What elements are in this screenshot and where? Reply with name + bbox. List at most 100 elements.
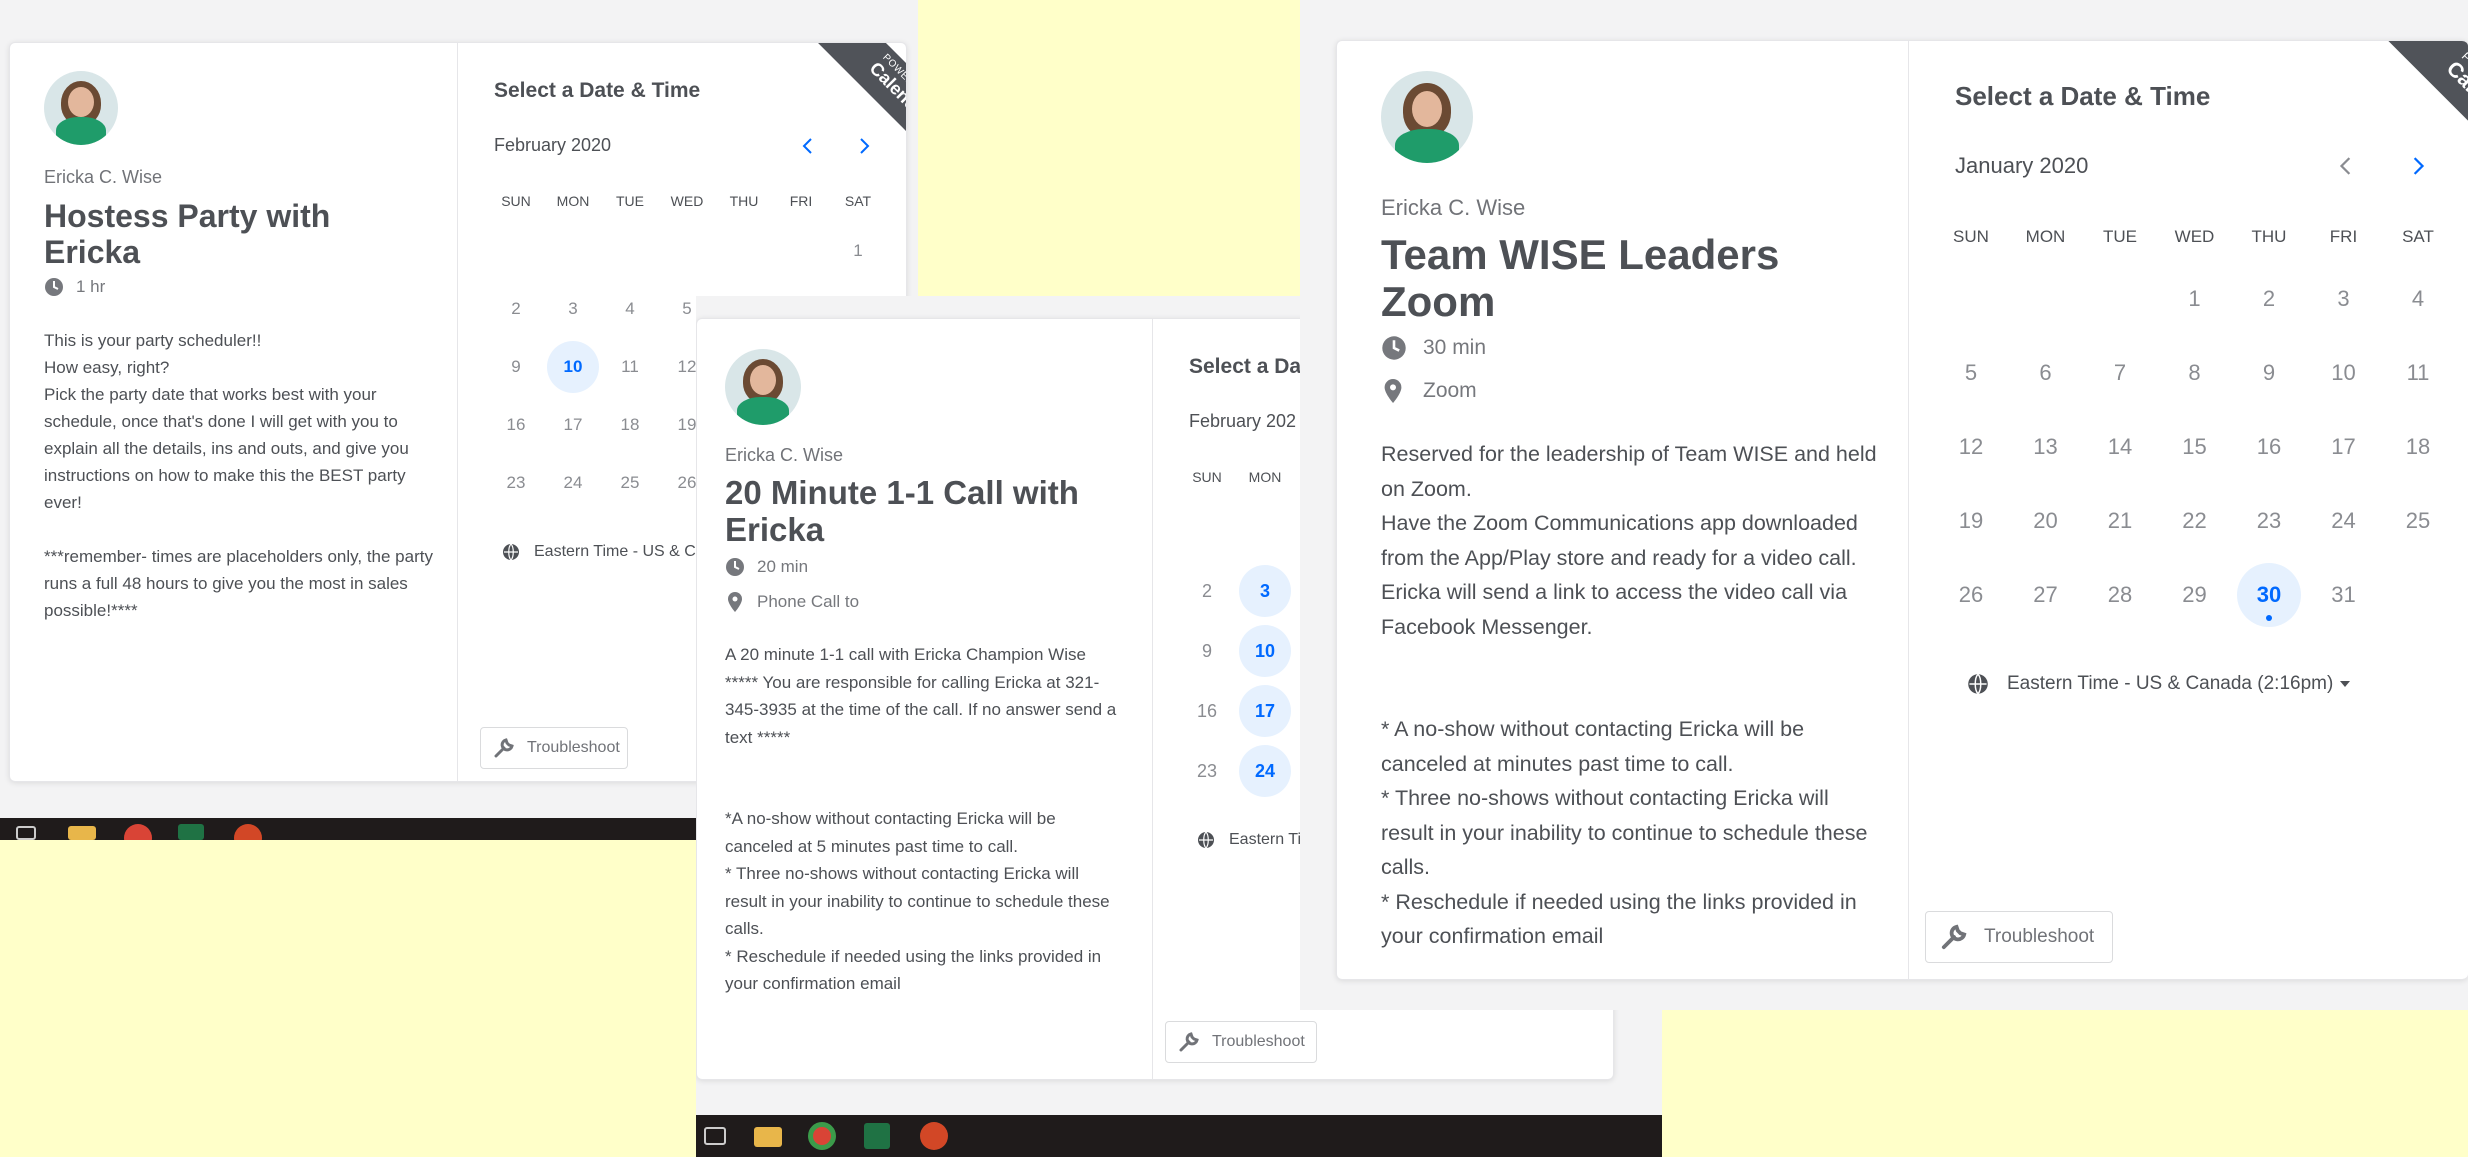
day-unavailable: 20 (2033, 508, 2058, 533)
excel-icon[interactable] (178, 824, 204, 840)
task-view-icon[interactable] (16, 826, 36, 840)
description-line: * A no-show without contacting Ericka wi… (1381, 717, 1805, 776)
day-available[interactable]: 10 (1239, 625, 1291, 677)
wrench-icon (1941, 924, 1967, 950)
day-unavailable: 23 (1196, 761, 1218, 781)
description-line: * Reschedule if needed using the links p… (1381, 889, 1857, 949)
day-available[interactable]: 3 (1239, 565, 1291, 617)
description-line: Reserved for the leadership of Team WISE… (1381, 442, 1877, 501)
duration-row: 20 min (725, 557, 808, 577)
description-line: Pick the party date that works best with… (44, 385, 409, 512)
duration-text: 1 hr (76, 277, 106, 296)
day-unavailable: 3 (568, 299, 578, 318)
day-unavailable: 13 (2033, 434, 2058, 459)
excel-icon[interactable] (864, 1123, 890, 1149)
description-line (725, 778, 1125, 805)
chevron-right-icon[interactable] (2409, 155, 2427, 177)
timezone-selector[interactable]: Eastern Ti (1197, 831, 1301, 849)
day-unavailable: 16 (2256, 434, 2282, 459)
task-view-icon[interactable] (704, 1127, 726, 1145)
weekday-header: FRI (789, 193, 813, 209)
taskbar (696, 1115, 1662, 1157)
event-description: This is your party scheduler!! How easy,… (44, 327, 444, 624)
event-title: Hostess Party with Ericka (44, 198, 331, 270)
description-line: A 20 minute 1-1 call with Ericka Champio… (725, 645, 1086, 664)
day-unavailable: 18 (2405, 434, 2431, 459)
day-unavailable: 1 (853, 241, 863, 260)
day-unavailable: 9 (1201, 641, 1212, 661)
day-unavailable: 2 (511, 299, 521, 318)
chevron-left-icon[interactable] (2337, 155, 2355, 177)
location-pin-icon (1384, 379, 1402, 403)
day-unavailable: 6 (2039, 360, 2052, 385)
weekday-header: MON (1248, 469, 1282, 485)
description-line (1381, 678, 1881, 712)
day-unavailable: 16 (1196, 701, 1218, 721)
day-unavailable: 22 (2182, 508, 2207, 533)
month-label: February 2020 (494, 135, 612, 155)
description-line: * Three no-shows without contacting Eric… (1381, 786, 1868, 879)
description-line (1381, 644, 1881, 678)
chevron-left-icon[interactable] (800, 137, 816, 155)
location-row: Zoom (1381, 377, 1477, 405)
weekday-header: THU (729, 193, 759, 209)
day-unavailable: 9 (511, 357, 521, 376)
description-line: How easy, right? (44, 358, 170, 377)
location-pin-icon (728, 592, 742, 612)
description-line: * Three no-shows without contacting Eric… (725, 864, 1110, 938)
timezone-selector[interactable]: Eastern Time - US & Car (502, 543, 710, 561)
chevron-right-icon[interactable] (856, 137, 872, 155)
day-unavailable: 15 (2182, 434, 2207, 459)
day-unavailable: 7 (2113, 360, 2127, 385)
host-name: Ericka C. Wise (725, 445, 844, 465)
weekday-header: FRI (2329, 227, 2358, 246)
month-label: January 2020 (1955, 153, 2089, 178)
weekday-header: THU (2251, 227, 2287, 246)
day-unavailable: 9 (2262, 360, 2276, 385)
duration-row: 1 hr (44, 277, 105, 297)
select-date-title: Select a Da (1189, 355, 1302, 378)
troubleshoot-button[interactable]: Troubleshoot (480, 727, 628, 769)
description-line: This is your party scheduler!! (44, 331, 262, 350)
avatar (44, 71, 118, 145)
description-line (725, 751, 1125, 778)
day-unavailable: 3 (2337, 286, 2350, 311)
weekday-header: WED (670, 193, 704, 209)
troubleshoot-button[interactable]: Troubleshoot (1165, 1021, 1317, 1063)
file-explorer-icon[interactable] (754, 1127, 782, 1147)
event-description: A 20 minute 1-1 call with Ericka Champio… (725, 641, 1125, 998)
event-details-panel: Ericka C. Wise Hostess Party with Ericka… (10, 43, 458, 781)
chrome-icon[interactable] (808, 1122, 836, 1150)
globe-icon (503, 543, 519, 561)
description-line: *A no-show without contacting Ericka wil… (725, 809, 1056, 856)
day-available[interactable]: 24 (1239, 745, 1291, 797)
weekday-header: WED (2174, 227, 2215, 246)
today-dot (2266, 615, 2272, 621)
day-unavailable: 11 (621, 357, 639, 376)
day-unavailable: 8 (2188, 360, 2201, 385)
day-available[interactable]: 17 (1239, 685, 1291, 737)
day-unavailable: 14 (2107, 434, 2133, 459)
timezone-selector[interactable]: Eastern Time - US & Canada (2:16pm) (1967, 673, 2351, 695)
month-label: February 202 (1189, 411, 1297, 431)
clock-icon (1382, 336, 1406, 360)
chrome-icon[interactable] (124, 824, 152, 840)
day-available[interactable]: 10 (547, 341, 599, 393)
timezone-text: Eastern Ti (1229, 831, 1302, 848)
wrench-icon (1179, 1032, 1199, 1052)
day-unavailable: 19 (1958, 508, 1984, 533)
day-unavailable: 2 (1201, 581, 1212, 601)
day-unavailable: 18 (620, 415, 640, 434)
day-unavailable: 5 (1964, 360, 1978, 385)
powerpoint-icon[interactable] (234, 824, 262, 840)
troubleshoot-button[interactable]: Troubleshoot (1925, 911, 2113, 963)
day-unavailable: 25 (2405, 508, 2431, 533)
day-unavailable: 23 (2256, 508, 2282, 533)
day-unavailable: 17 (2331, 434, 2356, 459)
select-date-title: Select a Date & Time (1955, 81, 2211, 111)
calendar-panel: Select a Date & Time January 2020 SUN MON… (1909, 41, 2468, 979)
file-explorer-icon[interactable] (68, 826, 96, 840)
duration-row: 30 min (1381, 335, 1486, 361)
powerpoint-icon[interactable] (920, 1122, 948, 1150)
day-unavailable: 29 (2182, 582, 2207, 607)
